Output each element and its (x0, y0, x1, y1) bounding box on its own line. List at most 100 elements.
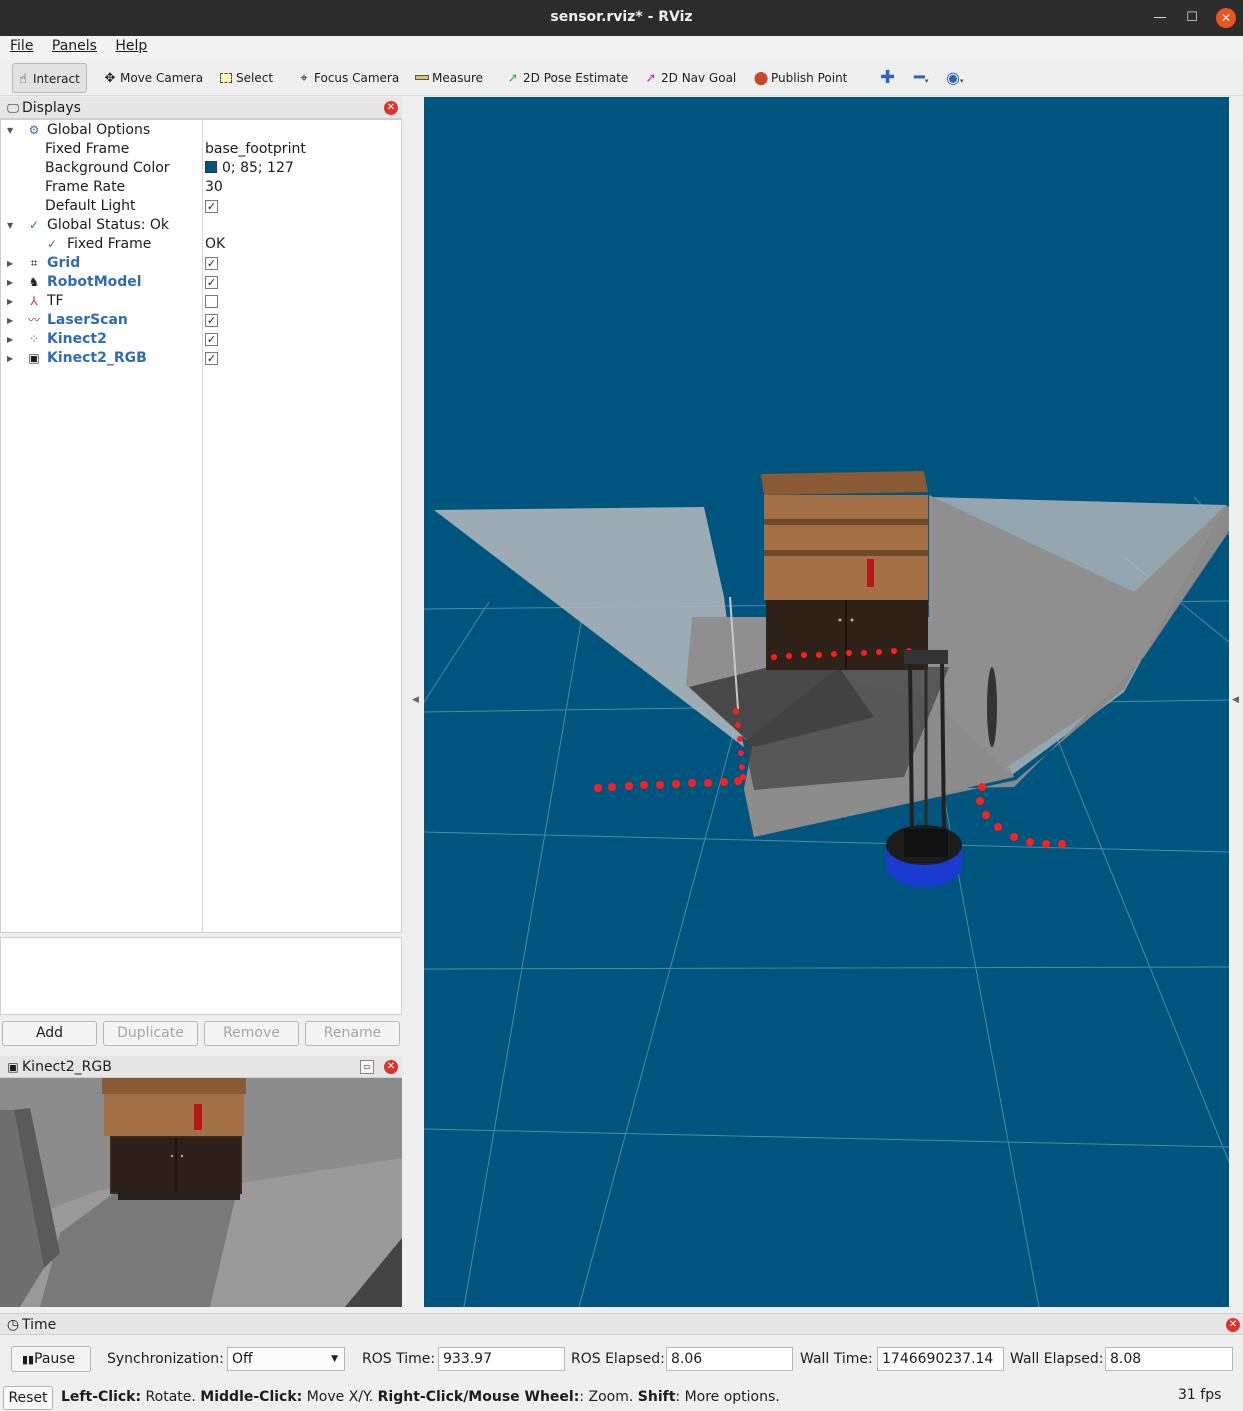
expand-right-icon[interactable]: ▶ (7, 292, 17, 311)
axes-icon: ⅄ (30, 294, 38, 308)
nav-goal-tool-button[interactable]: ➚ 2D Nav Goal (643, 63, 737, 93)
checkmark-icon: ✓ (28, 218, 40, 232)
camera-panel-header: ▣ Kinect2_RGB ▭ ✕ (0, 1056, 402, 1078)
collapse-left-icon[interactable]: ◀ (412, 695, 419, 705)
pause-button[interactable]: ▮▮Pause (11, 1346, 91, 1372)
tree-row-global-status[interactable]: ▼ ✓ Global Status: Ok (1, 216, 401, 235)
kinect2-rgb-checkbox[interactable]: ✓ (205, 352, 218, 365)
checkmark-icon: ✓ (46, 237, 58, 251)
tree-row-frame-rate[interactable]: Frame Rate 30 (1, 178, 401, 197)
displays-tree: ▼ ⚙ Global Options Fixed Frame base_foot… (0, 119, 402, 933)
menu-help[interactable]: Help (115, 36, 147, 54)
close-time-panel-icon[interactable]: ✕ (1226, 1318, 1240, 1332)
tree-row-background-color[interactable]: Background Color 0; 85; 127 (1, 159, 401, 178)
ros-elapsed-field[interactable]: 8.06 (666, 1347, 793, 1371)
background-color-value[interactable]: 0; 85; 127 (205, 159, 294, 178)
duplicate-button[interactable]: Duplicate (103, 1021, 198, 1046)
image-icon: ▣ (7, 1060, 19, 1074)
wall-time-field[interactable]: 1746690237.14 (877, 1347, 1004, 1371)
tf-checkbox[interactable] (205, 295, 218, 308)
camera-image-view[interactable] (0, 1078, 402, 1307)
chevron-down-icon: ▼ (331, 1354, 338, 1364)
views-eye-icon[interactable]: ◉▾ (946, 63, 963, 93)
hand-pointer-icon: ☝ (19, 72, 27, 87)
tree-row-default-light[interactable]: Default Light ✓ (1, 197, 401, 216)
render-3d-view[interactable] (424, 97, 1229, 1307)
time-panel: ▮▮Pause Synchronization: Off ▼ ROS Time: … (0, 1336, 1243, 1382)
color-swatch (205, 161, 217, 173)
displays-panel-header: 🖵 Displays ✕ (0, 97, 402, 119)
frame-rate-value[interactable]: 30 (205, 178, 223, 197)
grid-icon: ⌗ (30, 256, 38, 270)
menu-panels[interactable]: Panels (52, 36, 97, 54)
point-cloud-icon: ⁘ (28, 332, 40, 346)
remove-tool-icon[interactable]: ━▾ (914, 63, 928, 93)
tree-row-kinect2[interactable]: ▶ ⁘ Kinect2 ✓ (1, 330, 401, 349)
maximize-icon[interactable]: ☐ (1182, 8, 1202, 28)
rename-button[interactable]: Rename (305, 1021, 400, 1046)
menu-bar: File Panels Help (0, 36, 1243, 60)
tree-row-kinect2-rgb[interactable]: ▶ ▣ Kinect2_RGB ✓ (1, 349, 401, 368)
tree-row-laserscan[interactable]: ▶ 〰 LaserScan ✓ (1, 311, 401, 330)
ros-time-field[interactable]: 933.97 (438, 1347, 565, 1371)
window-title: sensor.rviz* - RViz (550, 9, 693, 25)
remove-button[interactable]: Remove (204, 1021, 299, 1046)
crosshair-icon: ⌖ (300, 71, 308, 86)
close-camera-panel-icon[interactable]: ✕ (384, 1060, 398, 1074)
close-window-icon[interactable]: ✕ (1216, 8, 1236, 28)
fixed-frame-value[interactable]: base_footprint (205, 140, 306, 159)
robotmodel-checkbox[interactable]: ✓ (205, 276, 218, 289)
synchronization-select[interactable]: Off ▼ (227, 1347, 345, 1371)
monitor-icon: 🖵 (7, 101, 19, 115)
publish-point-tool-button[interactable]: ⬤ Publish Point (753, 63, 848, 93)
status-bar: Reset Left-Click: Rotate. Middle-Click: … (0, 1384, 1243, 1411)
panel-splitter[interactable]: ◀ (405, 97, 423, 1307)
ruler-icon (414, 64, 430, 94)
tree-row-fixed-frame[interactable]: Fixed Frame base_footprint (1, 140, 401, 159)
move-camera-icon: ✥ (104, 71, 116, 86)
tree-row-status-fixed-frame[interactable]: ✓ Fixed Frame OK (1, 235, 401, 254)
fps-counter: 31 fps (1178, 1387, 1222, 1403)
close-displays-icon[interactable]: ✕ (384, 101, 398, 115)
interact-tool-button[interactable]: ☝ Interact (12, 63, 87, 93)
measure-tool-button[interactable]: Measure (414, 63, 483, 93)
magenta-arrow-icon: ➚ (645, 71, 657, 86)
expand-down-icon[interactable]: ▼ (7, 121, 17, 140)
select-tool-button[interactable]: Select (218, 63, 273, 93)
expand-right-icon[interactable]: ▶ (7, 311, 17, 330)
time-panel-header: ◷ Time ✕ (0, 1313, 1243, 1335)
menu-file[interactable]: File (10, 36, 33, 54)
tree-row-tf[interactable]: ▶ ⅄ TF (1, 292, 401, 311)
kinect2-checkbox[interactable]: ✓ (205, 333, 218, 346)
undock-icon[interactable]: ▭ (360, 1060, 374, 1074)
default-light-checkbox[interactable]: ✓ (205, 200, 218, 213)
expand-right-icon[interactable]: ▶ (7, 330, 17, 349)
laser-scan-icon: 〰 (27, 313, 40, 327)
mouse-hint-text: Left-Click: Rotate. Middle-Click: Move X… (61, 1389, 780, 1405)
robot-icon: ♞ (28, 275, 40, 289)
tree-row-global-options[interactable]: ▼ ⚙ Global Options (1, 121, 401, 140)
gear-icon: ⚙ (28, 123, 40, 137)
property-description-box (0, 937, 402, 1015)
laserscan-checkbox[interactable]: ✓ (205, 314, 218, 327)
wall-elapsed-field[interactable]: 8.08 (1105, 1347, 1233, 1371)
expand-right-icon[interactable]: ▶ (7, 349, 17, 368)
expand-down-icon[interactable]: ▼ (7, 216, 17, 235)
add-button[interactable]: Add (2, 1021, 97, 1046)
grid-checkbox[interactable]: ✓ (205, 257, 218, 270)
scene-render (424, 97, 1229, 1307)
collapse-right-icon[interactable]: ◀ (1232, 695, 1239, 705)
minimize-icon[interactable]: — (1150, 8, 1170, 28)
pose-estimate-tool-button[interactable]: ➚ 2D Pose Estimate (505, 63, 629, 93)
expand-right-icon[interactable]: ▶ (7, 273, 17, 292)
image-icon: ▣ (28, 351, 40, 365)
tree-row-robotmodel[interactable]: ▶ ♞ RobotModel ✓ (1, 273, 401, 292)
expand-right-icon[interactable]: ▶ (7, 254, 17, 273)
move-camera-tool-button[interactable]: ✥ Move Camera (102, 63, 204, 93)
add-tool-icon[interactable]: ✚ (880, 63, 895, 93)
reset-button[interactable]: Reset (3, 1386, 53, 1410)
focus-camera-tool-button[interactable]: ⌖ Focus Camera (296, 63, 399, 93)
tree-row-grid[interactable]: ▶ ⌗ Grid ✓ (1, 254, 401, 273)
right-splitter[interactable]: ◀ (1229, 97, 1243, 1307)
title-bar: sensor.rviz* - RViz — ☐ ✕ (0, 0, 1243, 36)
